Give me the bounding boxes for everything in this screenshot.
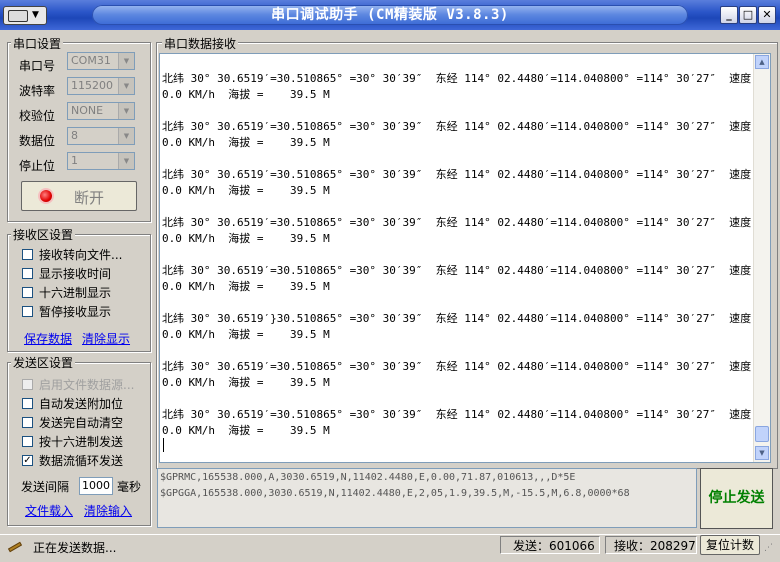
send-line: $GPRMC,165538.000,A,3030.6519,N,11402.44…	[160, 472, 576, 483]
loop-send-checkbox[interactable]: ✓	[22, 455, 33, 466]
recv-line: 北纬 30° 30.6519′=30.510865° =30° 30′39″ 东…	[162, 264, 765, 277]
save-data-link[interactable]: 保存数据	[24, 330, 72, 347]
port-select[interactable]: COM31 ▼	[67, 52, 135, 70]
parity-label: 校验位	[19, 109, 56, 123]
stopbits-select[interactable]: 1 ▼	[67, 152, 135, 170]
databits-select[interactable]: 8 ▼	[67, 127, 135, 145]
clear-input-link[interactable]: 清除输入	[84, 502, 132, 519]
pause-recv-checkbox[interactable]	[22, 306, 33, 317]
pen-icon	[7, 540, 24, 554]
open-close-port-button[interactable]: 断开	[21, 181, 137, 211]
databits-value: 8	[71, 129, 78, 142]
scroll-thumb[interactable]	[755, 426, 769, 442]
status-text: 正在发送数据...	[33, 541, 117, 555]
recv-settings-title: 接收区设置	[11, 226, 76, 243]
chevron-down-icon: ▼	[118, 78, 134, 94]
recv-line: 0.0 KM/h 海拔 = 39.5 M	[162, 328, 330, 341]
status-led-icon	[40, 190, 52, 202]
recv-line: 0.0 KM/h 海拔 = 39.5 M	[162, 424, 330, 437]
open-close-label: 断开	[74, 189, 105, 207]
checkmark-icon: ✓	[23, 455, 32, 466]
file-load-link[interactable]: 文件载入	[25, 502, 73, 519]
recv-scrollbar[interactable]: ▲ ▼	[753, 54, 770, 462]
recv-line: 0.0 KM/h 海拔 = 39.5 M	[162, 88, 330, 101]
chevron-down-icon: ▼	[118, 103, 134, 119]
recv-line: 0.0 KM/h 海拔 = 39.5 M	[162, 232, 330, 245]
recv-line: 0.0 KM/h 海拔 = 39.5 M	[162, 184, 330, 197]
auto-append-label[interactable]: 自动发送附加位	[39, 395, 123, 412]
loop-send-label[interactable]: 数据流循环发送	[39, 452, 123, 469]
stop-send-button[interactable]: 停止发送	[700, 468, 773, 529]
port-value: COM31	[71, 54, 111, 67]
parity-value: NONE	[71, 104, 104, 117]
maximize-button[interactable]: □	[739, 6, 757, 24]
send-textarea[interactable]: $GPRMC,165538.000,A,3030.6519,N,11402.44…	[157, 468, 697, 528]
chevron-down-icon: ▼	[32, 10, 39, 20]
pause-recv-label[interactable]: 暂停接收显示	[39, 303, 111, 320]
recv-area-title: 串口数据接收	[162, 35, 239, 52]
show-time-label[interactable]: 显示接收时间	[39, 265, 111, 282]
recv-textarea[interactable]: 北纬 30° 30.6519′=30.510865° =30° 30′39″ 东…	[159, 53, 771, 463]
recv-line: 0.0 KM/h 海拔 = 39.5 M	[162, 280, 330, 293]
port-label: 串口号	[19, 59, 56, 73]
port-settings-title: 串口设置	[11, 35, 64, 52]
auto-append-checkbox[interactable]	[22, 398, 33, 409]
text-cursor	[163, 438, 164, 452]
clear-display-link[interactable]: 清除显示	[82, 330, 130, 347]
interval-label: 发送间隔	[21, 480, 70, 494]
interval-unit: 毫秒	[117, 480, 142, 494]
close-button[interactable]: ✕	[758, 6, 776, 24]
recv-line: 北纬 30° 30.6519′=30.510865° =30° 30′39″ 东…	[162, 72, 765, 85]
scroll-up-arrow-icon[interactable]: ▲	[755, 55, 769, 69]
parity-select[interactable]: NONE ▼	[67, 102, 135, 120]
show-time-checkbox[interactable]	[22, 268, 33, 279]
baud-select[interactable]: 115200 ▼	[67, 77, 135, 95]
system-menu-button[interactable]: ▼	[3, 6, 47, 25]
hex-send-checkbox[interactable]	[22, 436, 33, 447]
recv-line: 北纬 30° 30.6519′=30.510865° =30° 30′39″ 东…	[162, 120, 765, 133]
scroll-down-arrow-icon[interactable]: ▼	[755, 446, 769, 460]
databits-label: 数据位	[19, 134, 56, 148]
hex-send-label[interactable]: 按十六进制发送	[39, 433, 123, 450]
file-source-checkbox[interactable]	[22, 379, 33, 390]
baud-label: 波特率	[19, 84, 56, 98]
baud-value: 115200	[71, 79, 113, 92]
file-source-label[interactable]: 启用文件数据源...	[39, 376, 134, 393]
hex-display-label[interactable]: 十六进制显示	[39, 284, 111, 301]
auto-clear-label[interactable]: 发送完自动清空	[39, 414, 123, 431]
reset-count-button[interactable]: 复位计数	[700, 535, 760, 555]
auto-clear-checkbox[interactable]	[22, 417, 33, 428]
window-title: 串口调试助手 (CM精装版 V3.8.3)	[271, 7, 509, 23]
interval-input[interactable]: 1000	[79, 477, 113, 495]
send-settings-title: 发送区设置	[11, 354, 76, 371]
chevron-down-icon: ▼	[118, 153, 134, 169]
recv-to-file-checkbox[interactable]	[22, 249, 33, 260]
recv-line: 北纬 30° 30.6519′=30.510865° =30° 30′39″ 东…	[162, 216, 765, 229]
recv-line: 0.0 KM/h 海拔 = 39.5 M	[162, 376, 330, 389]
recv-line: 北纬 30° 30.6519′}30.510865° =30° 30′39″ 东…	[162, 312, 765, 325]
recv-line: 北纬 30° 30.6519′=30.510865° =30° 30′39″ 东…	[162, 168, 765, 181]
recv-to-file-label[interactable]: 接收转向文件...	[39, 246, 122, 263]
stopbits-label: 停止位	[19, 159, 56, 173]
sent-counter: 发送：601066	[500, 536, 600, 554]
chevron-down-icon: ▼	[118, 128, 134, 144]
recv-counter: 接收：208297	[605, 536, 697, 554]
hex-display-checkbox[interactable]	[22, 287, 33, 298]
send-line: $GPGGA,165538.000,3030.6519,N,11402.4480…	[160, 488, 630, 499]
keyboard-icon	[8, 10, 28, 22]
resize-grip-icon[interactable]: ⋰	[764, 544, 773, 553]
minimize-button[interactable]: _	[720, 6, 738, 24]
recv-line: 北纬 30° 30.6519′=30.510865° =30° 30′39″ 东…	[162, 408, 765, 421]
recv-line: 0.0 KM/h 海拔 = 39.5 M	[162, 136, 330, 149]
chevron-down-icon: ▼	[118, 53, 134, 69]
stopbits-value: 1	[71, 154, 78, 167]
recv-line: 北纬 30° 30.6519′=30.510865° =30° 30′39″ 东…	[162, 360, 765, 373]
